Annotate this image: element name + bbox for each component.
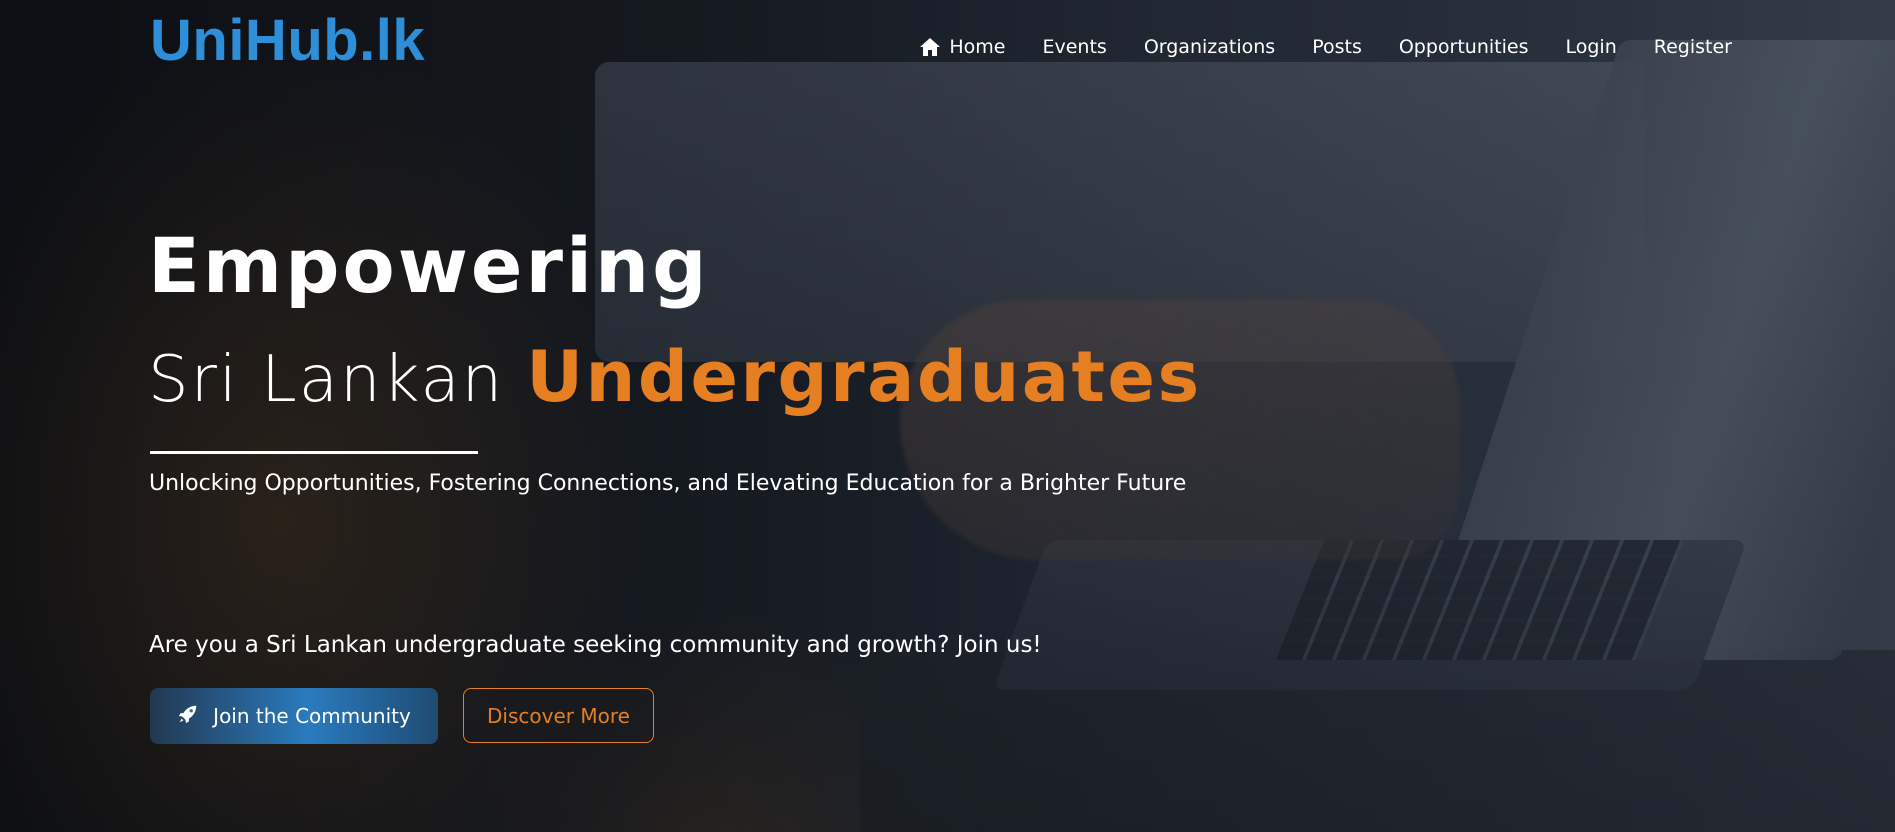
nav-item-login[interactable]: Login	[1566, 36, 1617, 58]
main-nav: Home Events Organizations Posts Opportun…	[919, 36, 1732, 58]
nav-item-label: Home	[949, 36, 1006, 58]
nav-item-opportunities[interactable]: Opportunities	[1399, 36, 1529, 58]
home-icon	[919, 37, 941, 57]
nav-item-home[interactable]: Home	[919, 36, 1005, 58]
hero-headline: Empowering	[148, 221, 710, 310]
hero-prompt: Are you a Sri Lankan undergraduate seeki…	[149, 632, 1042, 658]
subheadline-light: Sri Lankan	[148, 343, 505, 417]
hero-subheadline: Sri Lankan Undergraduates	[148, 342, 1202, 412]
nav-item-register[interactable]: Register	[1654, 36, 1732, 58]
join-community-label: Join the Community	[213, 704, 411, 728]
nav-item-events[interactable]: Events	[1042, 36, 1106, 58]
hero-divider	[150, 451, 478, 454]
discover-more-button[interactable]: Discover More	[463, 688, 654, 743]
hero-section: UniHub.lk Home Events Organizations Post…	[0, 0, 1895, 832]
nav-item-posts[interactable]: Posts	[1312, 36, 1362, 58]
site-logo[interactable]: UniHub.lk	[150, 12, 425, 70]
rocket-icon	[177, 703, 199, 730]
subheadline-accent: Undergraduates	[526, 336, 1202, 418]
nav-item-organizations[interactable]: Organizations	[1144, 36, 1275, 58]
join-community-button[interactable]: Join the Community	[150, 688, 438, 744]
hero-tagline: Unlocking Opportunities, Fostering Conne…	[149, 471, 1187, 496]
